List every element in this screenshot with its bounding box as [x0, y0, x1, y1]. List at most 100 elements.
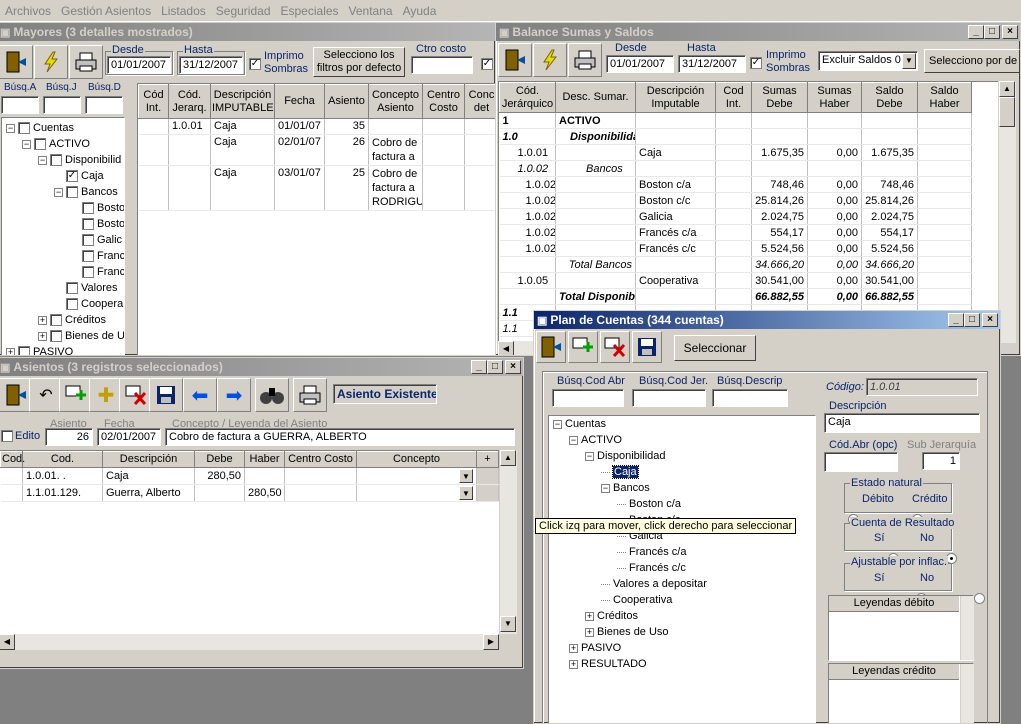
scroll-up-icon[interactable]: ▲	[500, 450, 516, 466]
delete-record-icon[interactable]	[119, 378, 153, 412]
node-checkbox[interactable]	[66, 298, 78, 310]
tree-node[interactable]: − Cuentas	[553, 418, 606, 430]
minimize-button[interactable]: _	[471, 360, 487, 374]
lightning-icon[interactable]	[34, 45, 68, 79]
column-header[interactable]: Saldo Haber	[917, 82, 972, 113]
table-row[interactable]: 1.0.01 Caja 01/01/07 35	[138, 118, 495, 135]
column-header[interactable]: Sumas Debe	[751, 82, 808, 113]
selecciono-button[interactable]: Selecciono por de	[924, 49, 1020, 73]
hasta-input[interactable]: 31/12/2007	[179, 56, 243, 74]
desde-input[interactable]: 01/01/2007	[606, 55, 674, 73]
undo-icon[interactable]: ↶	[29, 378, 63, 412]
mayores-grid[interactable]: Cód Int. Cód. Jerarq. Descripción IMPUTABL…	[137, 83, 495, 355]
cod-abr-input[interactable]	[824, 452, 898, 472]
tree-node[interactable]: − Bancos	[601, 482, 650, 494]
node-checkbox[interactable]	[18, 346, 30, 355]
expand-icon[interactable]: −	[54, 187, 63, 197]
excluir-select[interactable]: Excluir Saldos 0 ▼	[818, 51, 918, 71]
expand-icon[interactable]: +	[585, 627, 594, 637]
asientos-titlebar[interactable]: ▣ Asientos (3 registros seleccionados) _…	[0, 358, 523, 376]
expand-icon[interactable]: −	[585, 451, 594, 461]
asientos-vscroll[interactable]: ▲ ▼	[499, 450, 517, 634]
column-header[interactable]: Fecha	[274, 84, 325, 119]
printer-icon[interactable]	[69, 45, 103, 79]
imprimo-checkbox[interactable]: ✓	[750, 57, 762, 69]
table-cell[interactable]: ▼	[356, 484, 477, 502]
tree-node[interactable]: Franc	[70, 266, 124, 278]
table-row[interactable]: 1.1.01.129.Guerra, Alberto280,50▼02	[0, 484, 500, 502]
asientos-grid[interactable]: Cod. Cod. Descripción Debe Haber Centro Costo…	[0, 450, 501, 634]
busq-descrip-input[interactable]	[712, 389, 788, 407]
tree-node[interactable]: − ACTIVO	[569, 434, 622, 446]
tree-node[interactable]: Francés c/c	[617, 562, 686, 574]
expand-icon[interactable]: +	[6, 347, 15, 355]
column-header[interactable]: Descripción	[102, 451, 195, 468]
chevron-down-icon[interactable]: ▼	[459, 486, 473, 500]
node-checkbox[interactable]	[66, 282, 78, 294]
column-header[interactable]: Centro Costo	[284, 451, 357, 468]
arrow-left-icon[interactable]: ⬅	[183, 378, 217, 412]
leyendas-debito-scroll[interactable]	[960, 596, 974, 660]
descripcion-input[interactable]: Caja	[824, 413, 980, 433]
tree-node[interactable]: + RESULTADO	[569, 658, 647, 670]
tree-node[interactable]: Bosto	[70, 218, 124, 230]
plan-titlebar[interactable]: ▣ Plan de Cuentas (344 cuentas) _ □ ×	[534, 311, 1000, 329]
tree-node[interactable]: + Bienes de U	[38, 330, 124, 342]
table-row[interactable]: 1.0.02.002 Boston c/c 25.814,260,0025.814,…	[499, 192, 972, 209]
table-row[interactable]: Caja 02/01/07 26 Cobro de factura a	[138, 134, 495, 166]
add-record-icon[interactable]	[59, 378, 93, 412]
printer-icon[interactable]	[293, 378, 327, 412]
mayores-tree[interactable]: − Cuentas − ACTIVO − Disponibilid ✓ Caja − Bancos…	[1, 117, 125, 355]
node-checkbox[interactable]	[82, 250, 94, 262]
menu-item[interactable]: Especiales	[276, 4, 344, 18]
table-row[interactable]: 1.0.02.005 Francés c/c 5.524,560,005.524,5…	[499, 240, 972, 257]
lightning-icon[interactable]	[533, 43, 567, 77]
exit-door-icon[interactable]	[498, 43, 532, 77]
column-header[interactable]: Centro Costo	[422, 84, 465, 119]
minimize-button[interactable]: _	[968, 25, 984, 39]
column-header[interactable]: Concepto	[356, 451, 477, 468]
binoculars-icon[interactable]	[255, 378, 289, 412]
mayores-titlebar[interactable]: ▣ Mayores (3 detalles mostrados)	[0, 23, 495, 41]
expand-icon[interactable]: +	[569, 659, 578, 669]
column-header[interactable]: Descripción Imputable	[635, 82, 716, 113]
close-button[interactable]: ×	[982, 313, 998, 327]
column-header[interactable]: Descripción IMPUTABLE	[210, 84, 275, 119]
node-checkbox[interactable]	[50, 330, 62, 342]
tree-node[interactable]: Francés c/a	[617, 546, 686, 558]
busq-a-input[interactable]	[1, 96, 39, 114]
tree-node[interactable]: Bosto	[70, 202, 124, 214]
tree-node[interactable]: − ACTIVO	[22, 138, 90, 150]
table-row[interactable]: 1.0.02.004 Francés c/a 554,170,00554,17	[499, 224, 972, 241]
node-checkbox[interactable]	[82, 266, 94, 278]
maximize-button[interactable]: □	[984, 25, 1000, 39]
column-header[interactable]: Cod.	[0, 451, 25, 468]
column-header[interactable]: +	[476, 451, 499, 468]
column-header[interactable]: Asiento	[324, 84, 369, 119]
busq-j-input[interactable]	[43, 96, 81, 114]
menu-item[interactable]: Gestión Asientos	[56, 4, 156, 18]
exit-door-icon[interactable]	[0, 45, 33, 79]
leyendas-credito-list[interactable]: Leyendas crédito	[828, 663, 974, 723]
column-header[interactable]: Cód. Jerárquico	[499, 82, 556, 113]
scroll-left-icon[interactable]: ◀	[0, 634, 15, 650]
tree-node[interactable]: − Disponibilidad	[585, 450, 666, 462]
ctro-costo-checkbox[interactable]: ✓	[481, 58, 493, 70]
scroll-down-icon[interactable]: ▼	[500, 616, 516, 632]
menu-item[interactable]: Ayuda	[398, 4, 442, 18]
table-cell[interactable]: ▼	[356, 467, 477, 485]
column-header[interactable]: Cód Int.	[138, 84, 169, 119]
node-checkbox[interactable]	[82, 218, 94, 230]
scroll-left-icon[interactable]: ◀	[498, 341, 514, 355]
maximize-button[interactable]: □	[487, 360, 503, 374]
busq-cod-jer-input[interactable]	[632, 389, 706, 407]
tree-node[interactable]: − Bancos	[54, 186, 118, 198]
scroll-thumb[interactable]	[999, 97, 1015, 127]
busq-cod-abr-input[interactable]	[552, 389, 624, 407]
table-row[interactable]: 1.0.05 Cooperativa 30.541,00 0,00 30.541,00	[499, 272, 972, 289]
column-header[interactable]: Cód. Jerarq.	[168, 84, 211, 119]
menu-item[interactable]: Ventana	[344, 4, 398, 18]
table-row[interactable]: 1.0Disponibilidad	[499, 128, 972, 145]
menu-item[interactable]: Archivos	[0, 4, 56, 18]
tree-node[interactable]: + Bienes de Uso	[585, 626, 669, 638]
